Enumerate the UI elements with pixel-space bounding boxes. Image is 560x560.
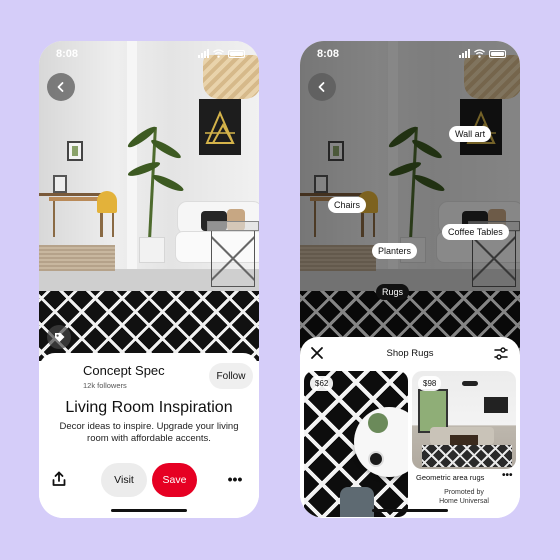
coffee-table <box>207 221 259 289</box>
coffee-cup <box>368 451 384 467</box>
status-time: 8:08 <box>317 48 340 60</box>
shoe <box>340 487 374 517</box>
visual-search-icon <box>54 332 64 342</box>
product-name: Geometric area rugs <box>416 473 485 482</box>
battery-icon <box>228 49 245 58</box>
promoted-by: Promoted by Home Universal <box>412 488 516 506</box>
wifi-icon <box>213 49 224 58</box>
wall-divider <box>127 41 137 291</box>
shop-the-look-phone: 8:08 Wall art Chairs Coffee Tables Plant… <box>300 41 520 518</box>
pin-detail-phone: 8:08 Concept Spec 12k followers Follow L… <box>39 41 259 518</box>
chair <box>97 191 117 237</box>
tag-rugs[interactable]: Rugs <box>376 284 410 300</box>
status-bar: 8:08 <box>300 41 520 67</box>
product-card[interactable]: $62 <box>304 371 408 517</box>
advertiser-name[interactable]: Home Universal <box>412 497 516 506</box>
tag-wall-art[interactable]: Wall art <box>449 126 492 142</box>
share-icon[interactable] <box>51 471 67 487</box>
visual-search-button[interactable] <box>47 325 71 349</box>
more-icon[interactable]: ••• <box>225 471 245 487</box>
sheet-title: Shop Rugs <box>386 348 434 359</box>
signal-icon <box>459 49 470 58</box>
tv <box>484 397 508 413</box>
table-leg <box>53 201 55 237</box>
plant-pot <box>139 237 165 263</box>
chevron-left-icon <box>57 82 64 92</box>
tag-coffee-tables[interactable]: Coffee Tables <box>442 224 509 240</box>
product-card[interactable]: $98 Geometric area rugs ••• Promoted by … <box>412 371 516 515</box>
filter-icon[interactable] <box>494 347 508 360</box>
rug <box>422 445 512 467</box>
pendant-lamp <box>462 381 478 386</box>
rug <box>39 291 259 361</box>
jute-rug <box>39 245 115 271</box>
product-image: $98 <box>412 371 516 469</box>
pin-action-bar: Visit Save ••• <box>39 443 259 503</box>
visit-button[interactable]: Visit <box>101 463 147 497</box>
creator-followers: 12k followers <box>83 381 127 390</box>
tag-planters[interactable]: Planters <box>372 243 418 259</box>
status-time: 8:08 <box>56 48 79 60</box>
product-price: $98 <box>418 376 442 391</box>
tag-chairs[interactable]: Chairs <box>328 197 367 213</box>
more-icon[interactable]: ••• <box>502 470 513 481</box>
creator-name[interactable]: Concept Spec <box>83 363 165 378</box>
pin-description: Decor ideas to inspire. Upgrade your liv… <box>59 421 239 444</box>
save-button[interactable]: Save <box>152 463 197 497</box>
back-button[interactable] <box>308 73 336 101</box>
pin-title: Living Room Inspiration <box>65 399 233 416</box>
home-indicator <box>111 509 187 512</box>
chevron-left-icon <box>318 82 325 92</box>
promoted-label: Promoted by <box>444 489 484 496</box>
wifi-icon <box>474 49 485 58</box>
small-frame <box>67 141 83 161</box>
coffee-table <box>450 435 478 445</box>
follow-button[interactable]: Follow <box>209 363 253 389</box>
wall-art <box>199 99 241 155</box>
status-bar: 8:08 <box>39 41 259 67</box>
product-price: $62 <box>310 376 334 391</box>
shop-sheet: Shop Rugs $62 $98 Geometric area rugs ••… <box>300 337 520 518</box>
signal-icon <box>198 49 209 58</box>
back-button[interactable] <box>47 73 75 101</box>
battery-icon <box>489 49 506 58</box>
small-frame <box>53 175 67 193</box>
succulent <box>368 413 388 433</box>
home-indicator <box>372 509 448 512</box>
